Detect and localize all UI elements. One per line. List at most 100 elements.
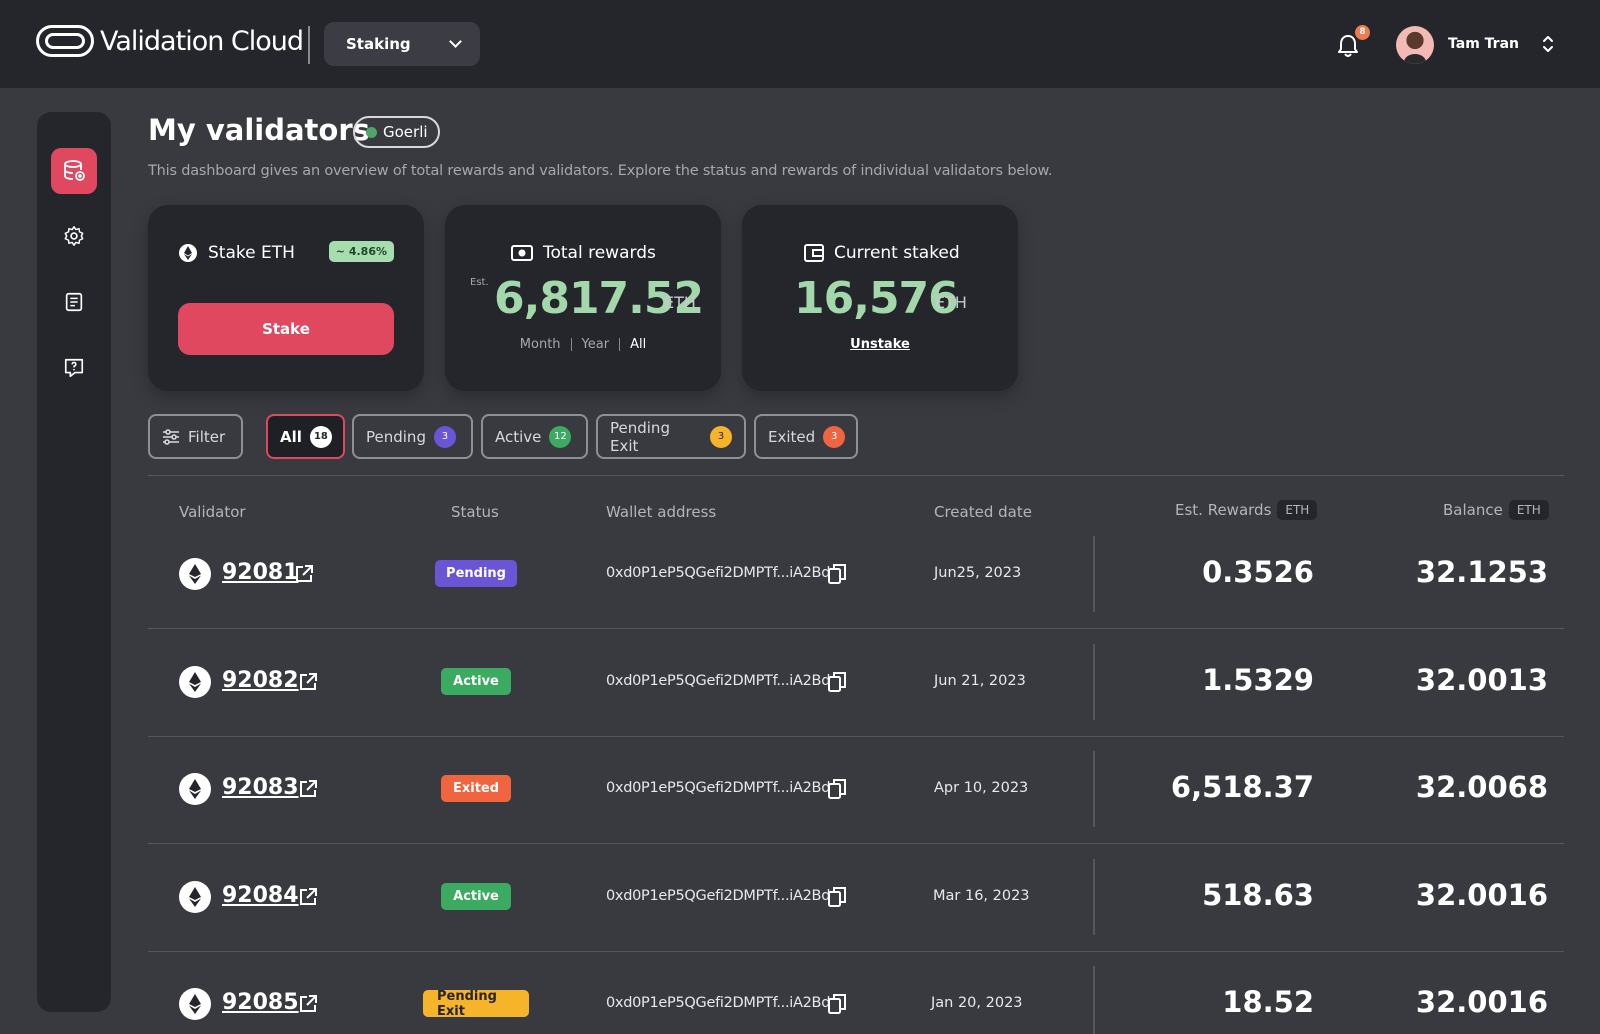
column-divider	[1093, 966, 1095, 1034]
page-subtitle: This dashboard gives an overview of tota…	[148, 163, 1053, 179]
created-date: Mar 16, 2023	[933, 887, 1030, 904]
column-created-date: Created date	[934, 503, 1032, 521]
est-rewards-value: 0.3526	[1202, 555, 1314, 589]
wallet-address: 0xd0P1eP5QGefi2DMPTf...iA2Bd	[606, 780, 831, 796]
bell-icon[interactable]	[1337, 34, 1359, 58]
tab-all-label: All	[280, 427, 302, 446]
validator-id-link[interactable]: 92084	[222, 883, 299, 908]
network-status-dot	[366, 126, 377, 138]
tab-active-count: 12	[549, 425, 572, 448]
column-validator: Validator	[179, 503, 246, 521]
tab-exited[interactable]: Exited 3	[754, 414, 858, 459]
table-row: 92082 Active 0xd0P1eP5QGefi2DMPTf...iA2B…	[148, 643, 1564, 751]
copy-icon[interactable]	[828, 671, 846, 692]
sidebar-item-documents[interactable]	[51, 279, 97, 325]
tab-pending[interactable]: Pending 3	[352, 414, 473, 459]
stake-card: Stake ETH ~ 4.86% Stake	[148, 205, 424, 391]
tab-pending-exit[interactable]: Pending Exit 3	[596, 414, 746, 459]
column-wallet: Wallet address	[606, 503, 717, 521]
sidebar-item-settings[interactable]	[51, 213, 97, 259]
network-badge: Goerli	[353, 116, 440, 148]
table-row: 92084 Active 0xd0P1eP5QGefi2DMPTf...iA2B…	[148, 858, 1564, 966]
column-est-rewards: Est. Rewards ETH	[1175, 500, 1318, 520]
est-rewards-value: 1.5329	[1202, 662, 1314, 697]
tab-all-count: 18	[309, 425, 332, 448]
table-row: 92083 Exited 0xd0P1eP5QGefi2DMPTf...iA2B…	[148, 751, 1564, 858]
period-all[interactable]: All	[630, 337, 646, 352]
table-row: 92081 Pending 0xd0P1eP5QGefi2DMPTf...iA2…	[148, 536, 1564, 643]
estimate-label: Est.	[470, 277, 489, 288]
product-select[interactable]: Staking	[324, 22, 480, 66]
copy-icon[interactable]	[828, 564, 846, 584]
validator-id-link[interactable]: 92082	[222, 668, 299, 693]
external-link-icon[interactable]	[298, 672, 318, 692]
created-date: Jun25, 2023	[934, 565, 1022, 581]
row-divider	[148, 950, 1564, 952]
avatar[interactable]	[1396, 26, 1434, 64]
balance-value: 32.0013	[1415, 662, 1548, 697]
brand-logo[interactable]: Validation Cloud	[36, 25, 304, 57]
ethereum-icon	[179, 558, 211, 590]
table-row: 92085 Pending Exit 0xd0P1eP5QGefi2DMPTf.…	[148, 966, 1564, 1034]
tab-pending-exit-label: Pending Exit	[610, 418, 670, 455]
status-badge: Pending Exit	[423, 989, 529, 1019]
wallet-icon	[804, 244, 824, 262]
validator-id-link[interactable]: 92081	[222, 560, 299, 585]
wallet-address: 0xd0P1eP5QGefi2DMPTf...iA2Bd	[606, 672, 831, 689]
tab-exited-count: 3	[823, 425, 846, 448]
column-divider	[1093, 751, 1095, 827]
product-select-label: Staking	[346, 35, 411, 53]
apr-badge: ~ 4.86%	[328, 241, 394, 262]
wallet-address: 0xd0P1eP5QGefi2DMPTf...iA2Bd	[606, 995, 831, 1011]
unstake-link[interactable]: Unstake	[742, 337, 1018, 352]
est-rewards-value: 518.63	[1202, 877, 1314, 912]
tab-active[interactable]: Active 12	[481, 414, 588, 459]
tab-all[interactable]: All 18	[266, 414, 345, 459]
est-rewards-value: 18.52	[1222, 985, 1314, 1019]
tab-exited-label: Exited	[768, 427, 816, 446]
external-link-icon[interactable]	[298, 887, 318, 907]
ethereum-icon	[179, 988, 211, 1020]
external-link-icon[interactable]	[298, 779, 318, 799]
user-name[interactable]: Tam Tran	[1448, 36, 1519, 52]
current-staked-value: 16,576	[794, 273, 959, 324]
period-selector: Month Year All	[445, 337, 721, 352]
balance-value: 32.0068	[1415, 770, 1548, 804]
external-link-icon[interactable]	[294, 564, 314, 584]
status-badge: Active	[441, 667, 511, 695]
period-year[interactable]: Year	[582, 337, 610, 352]
sidebar-item-validators[interactable]	[51, 148, 97, 194]
filter-button[interactable]: Filter	[148, 414, 243, 459]
chevron-down-icon	[449, 35, 462, 48]
copy-icon[interactable]	[828, 994, 846, 1014]
sidebar-item-help[interactable]	[51, 345, 97, 391]
row-divider	[148, 843, 1564, 844]
notification-badge: 8	[1355, 25, 1370, 40]
top-bar: Validation Cloud Staking 8 Tam Tran	[0, 0, 1600, 88]
row-divider	[148, 628, 1564, 629]
copy-icon[interactable]	[828, 886, 846, 907]
period-month[interactable]: Month	[520, 337, 561, 352]
created-date: Apr 10, 2023	[934, 780, 1029, 796]
gear-icon	[64, 226, 84, 246]
ethereum-icon	[179, 880, 211, 913]
copy-icon[interactable]	[828, 779, 846, 799]
chevron-updown-icon[interactable]	[1542, 34, 1554, 54]
total-rewards-card: Total rewards Est. 6,817.52 ETH Month Yea…	[445, 205, 721, 391]
column-balance: Balance ETH	[1443, 500, 1549, 520]
total-rewards-title: Total rewards	[511, 243, 656, 263]
ethereum-icon	[179, 665, 211, 698]
current-staked-title-text: Current staked	[834, 243, 960, 263]
created-date: Jan 20, 2023	[931, 995, 1023, 1011]
status-badge: Exited	[441, 775, 511, 802]
network-name: Goerli	[383, 123, 428, 141]
column-est-rewards-label: Est. Rewards	[1175, 501, 1272, 519]
logo-mark-icon	[36, 25, 94, 57]
external-link-icon[interactable]	[298, 994, 318, 1014]
status-badge: Active	[441, 882, 511, 910]
validator-id-link[interactable]: 92083	[222, 775, 299, 800]
stake-card-title: Stake ETH	[178, 243, 295, 263]
ethereum-icon	[179, 773, 211, 805]
stake-button[interactable]: Stake	[178, 303, 394, 355]
validator-id-link[interactable]: 92085	[222, 990, 299, 1015]
